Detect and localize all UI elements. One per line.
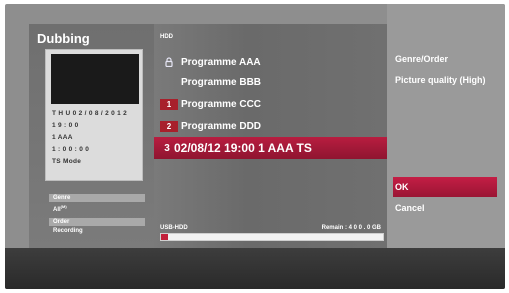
list-item[interactable]: Programme AAA (154, 52, 387, 72)
order-value[interactable]: Recording (53, 228, 83, 234)
options-menu: Genre/Order Picture quality (High) OK Ca… (387, 4, 505, 248)
order-label: Order (49, 218, 145, 226)
device-label: HDD (160, 34, 173, 40)
programme-name: 02/08/12 19:00 1 AAA TS (174, 141, 312, 155)
info-duration: 1 : 0 0 : 0 0 (52, 146, 90, 153)
programme-name: Programme AAA (181, 56, 261, 68)
programme-name: Programme DDD (181, 120, 262, 132)
programme-list-panel: HDD Programme AAA Programme BBB 1 Progra… (154, 24, 387, 248)
bottom-bar (5, 248, 505, 289)
programme-number: 1 (160, 98, 178, 110)
programme-number: 2 (160, 120, 178, 132)
preview-thumbnail (51, 54, 139, 104)
info-channel: 1 AAA (52, 134, 73, 141)
info-mode: TS Mode (52, 158, 82, 165)
storage-device-label: USB-HDD (160, 225, 188, 231)
cancel-button[interactable]: Cancel (393, 198, 497, 218)
preview-card: T H U 0 2 / 0 8 / 2 0 1 2 1 9 : 0 0 1 AA… (45, 49, 143, 181)
page-title: Dubbing (37, 31, 90, 46)
menu-item-picture-quality[interactable]: Picture quality (High) (393, 70, 497, 90)
genre-value[interactable]: All(M) (53, 204, 67, 213)
list-item[interactable]: 2 Programme DDD (154, 116, 387, 136)
remaining-space: Remain : 4 0 0 . 0 GB (321, 225, 381, 231)
list-item[interactable]: Programme BBB (154, 72, 387, 92)
programme-number: 3 (164, 142, 170, 154)
list-item[interactable]: 1 Programme CCC (154, 94, 387, 114)
list-item-selected[interactable]: 3 02/08/12 19:00 1 AAA TS (154, 137, 387, 159)
info-time: 1 9 : 0 0 (52, 122, 79, 129)
menu-item-genre-order[interactable]: Genre/Order (393, 49, 497, 69)
programme-name: Programme BBB (181, 76, 262, 88)
ok-button[interactable]: OK (393, 177, 497, 197)
info-panel: Dubbing T H U 0 2 / 0 8 / 2 0 1 2 1 9 : … (29, 24, 154, 248)
genre-label: Genre (49, 194, 145, 202)
storage-usage-fill (161, 234, 168, 240)
storage-usage-bar (160, 233, 384, 241)
genre-value-text: All (53, 207, 61, 213)
programme-number (160, 77, 178, 88)
tv-screen: Dubbing T H U 0 2 / 0 8 / 2 0 1 2 1 9 : … (5, 4, 505, 289)
programme-name: Programme CCC (181, 98, 262, 110)
lock-icon (160, 57, 178, 67)
genre-value-suffix: (M) (60, 204, 67, 209)
info-date: T H U 0 2 / 0 8 / 2 0 1 2 (52, 110, 128, 117)
